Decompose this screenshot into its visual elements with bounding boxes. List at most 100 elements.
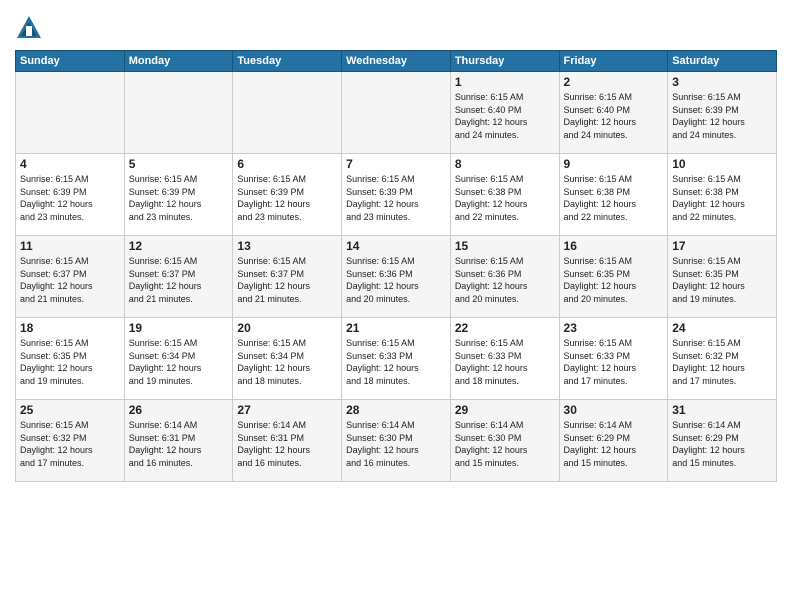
calendar-cell: 22 Sunrise: 6:15 AM Sunset: 6:33 PM Dayli… [450,318,559,400]
day-number: 18 [20,321,120,335]
calendar-cell: 26 Sunrise: 6:14 AM Sunset: 6:31 PM Dayli… [124,400,233,482]
calendar-week-row: 25 Sunrise: 6:15 AM Sunset: 6:32 PM Dayli… [16,400,777,482]
day-number: 22 [455,321,555,335]
calendar-header-row: SundayMondayTuesdayWednesdayThursdayFrid… [16,51,777,72]
day-number: 25 [20,403,120,417]
day-number: 13 [237,239,337,253]
calendar-cell: 16Sunrise: 6:15 AM Sunset: 6:35 PM Dayli… [559,236,668,318]
day-number: 23 [564,321,664,335]
calendar-cell: 3 Sunrise: 6:15 AM Sunset: 6:39 PM Daylig… [668,72,777,154]
day-number: 3 [672,75,772,89]
day-number: 17 [672,239,772,253]
day-info: Sunrise: 6:15 AM Sunset: 6:39 PM Dayligh… [129,173,229,223]
day-info: Sunrise: 6:15 AM Sunset: 6:38 PM Dayligh… [672,173,772,223]
day-number: 5 [129,157,229,171]
calendar-day-header: Sunday [16,51,125,72]
calendar-cell: 15 Sunrise: 6:15 AM Sunset: 6:36 PM Dayli… [450,236,559,318]
calendar-cell: 30Sunrise: 6:14 AM Sunset: 6:29 PM Dayli… [559,400,668,482]
day-info: Sunrise: 6:15 AM Sunset: 6:38 PM Dayligh… [564,173,664,223]
calendar-cell [233,72,342,154]
calendar-day-header: Saturday [668,51,777,72]
calendar-cell: 2 Sunrise: 6:15 AM Sunset: 6:40 PM Daylig… [559,72,668,154]
day-number: 27 [237,403,337,417]
day-info: Sunrise: 6:14 AM Sunset: 6:30 PM Dayligh… [346,419,446,469]
calendar-cell: 27 Sunrise: 6:14 AM Sunset: 6:31 PM Dayli… [233,400,342,482]
calendar-cell: 5 Sunrise: 6:15 AM Sunset: 6:39 PM Daylig… [124,154,233,236]
calendar-day-header: Monday [124,51,233,72]
calendar-cell: 25 Sunrise: 6:15 AM Sunset: 6:32 PM Dayli… [16,400,125,482]
calendar-cell: 28 Sunrise: 6:14 AM Sunset: 6:30 PM Dayli… [342,400,451,482]
calendar-cell [342,72,451,154]
day-info: Sunrise: 6:15 AM Sunset: 6:32 PM Dayligh… [20,419,120,469]
day-number: 2 [564,75,664,89]
calendar-week-row: 4 Sunrise: 6:15 AM Sunset: 6:39 PM Daylig… [16,154,777,236]
day-info: Sunrise: 6:15 AM Sunset: 6:34 PM Dayligh… [237,337,337,387]
day-info: Sunrise: 6:14 AM Sunset: 6:30 PM Dayligh… [455,419,555,469]
calendar-cell: 13 Sunrise: 6:15 AM Sunset: 6:37 PM Dayli… [233,236,342,318]
day-number: 31 [672,403,772,417]
calendar-cell: 12 Sunrise: 6:15 AM Sunset: 6:37 PM Dayli… [124,236,233,318]
day-info: Sunrise: 6:15 AM Sunset: 6:37 PM Dayligh… [129,255,229,305]
calendar: SundayMondayTuesdayWednesdayThursdayFrid… [15,50,777,482]
day-info: Sunrise: 6:15 AM Sunset: 6:35 PM Dayligh… [20,337,120,387]
calendar-cell: 17 Sunrise: 6:15 AM Sunset: 6:35 PM Dayli… [668,236,777,318]
calendar-day-header: Wednesday [342,51,451,72]
day-info: Sunrise: 6:15 AM Sunset: 6:39 PM Dayligh… [346,173,446,223]
day-number: 6 [237,157,337,171]
day-info: Sunrise: 6:15 AM Sunset: 6:36 PM Dayligh… [455,255,555,305]
day-number: 26 [129,403,229,417]
day-number: 19 [129,321,229,335]
calendar-cell: 18 Sunrise: 6:15 AM Sunset: 6:35 PM Dayli… [16,318,125,400]
calendar-cell: 6Sunrise: 6:15 AM Sunset: 6:39 PM Daylig… [233,154,342,236]
day-info: Sunrise: 6:15 AM Sunset: 6:40 PM Dayligh… [455,91,555,141]
calendar-cell: 23 Sunrise: 6:15 AM Sunset: 6:33 PM Dayli… [559,318,668,400]
calendar-cell: 9 Sunrise: 6:15 AM Sunset: 6:38 PM Daylig… [559,154,668,236]
day-info: Sunrise: 6:15 AM Sunset: 6:33 PM Dayligh… [455,337,555,387]
day-number: 21 [346,321,446,335]
day-number: 4 [20,157,120,171]
day-number: 14 [346,239,446,253]
calendar-day-header: Thursday [450,51,559,72]
day-number: 15 [455,239,555,253]
day-number: 9 [564,157,664,171]
logo-icon [15,14,43,42]
day-info: Sunrise: 6:14 AM Sunset: 6:31 PM Dayligh… [129,419,229,469]
day-number: 16 [564,239,664,253]
calendar-cell: 29Sunrise: 6:14 AM Sunset: 6:30 PM Dayli… [450,400,559,482]
day-info: Sunrise: 6:14 AM Sunset: 6:29 PM Dayligh… [672,419,772,469]
calendar-cell: 14 Sunrise: 6:15 AM Sunset: 6:36 PM Dayli… [342,236,451,318]
logo [15,14,47,42]
calendar-cell: 20Sunrise: 6:15 AM Sunset: 6:34 PM Dayli… [233,318,342,400]
day-info: Sunrise: 6:15 AM Sunset: 6:39 PM Dayligh… [672,91,772,141]
calendar-cell: 21Sunrise: 6:15 AM Sunset: 6:33 PM Dayli… [342,318,451,400]
day-number: 11 [20,239,120,253]
calendar-cell: 19Sunrise: 6:15 AM Sunset: 6:34 PM Dayli… [124,318,233,400]
calendar-cell: 1 Sunrise: 6:15 AM Sunset: 6:40 PM Daylig… [450,72,559,154]
day-info: Sunrise: 6:15 AM Sunset: 6:33 PM Dayligh… [564,337,664,387]
day-number: 12 [129,239,229,253]
calendar-cell [16,72,125,154]
calendar-cell: 11 Sunrise: 6:15 AM Sunset: 6:37 PM Dayli… [16,236,125,318]
day-number: 28 [346,403,446,417]
calendar-cell: 7Sunrise: 6:15 AM Sunset: 6:39 PM Daylig… [342,154,451,236]
calendar-day-header: Tuesday [233,51,342,72]
calendar-week-row: 11 Sunrise: 6:15 AM Sunset: 6:37 PM Dayli… [16,236,777,318]
day-info: Sunrise: 6:14 AM Sunset: 6:31 PM Dayligh… [237,419,337,469]
day-number: 1 [455,75,555,89]
day-info: Sunrise: 6:15 AM Sunset: 6:32 PM Dayligh… [672,337,772,387]
calendar-cell: 24 Sunrise: 6:15 AM Sunset: 6:32 PM Dayli… [668,318,777,400]
day-info: Sunrise: 6:15 AM Sunset: 6:39 PM Dayligh… [20,173,120,223]
calendar-week-row: 1 Sunrise: 6:15 AM Sunset: 6:40 PM Daylig… [16,72,777,154]
day-info: Sunrise: 6:15 AM Sunset: 6:37 PM Dayligh… [20,255,120,305]
day-info: Sunrise: 6:15 AM Sunset: 6:37 PM Dayligh… [237,255,337,305]
day-number: 24 [672,321,772,335]
day-info: Sunrise: 6:15 AM Sunset: 6:38 PM Dayligh… [455,173,555,223]
calendar-day-header: Friday [559,51,668,72]
calendar-cell [124,72,233,154]
header [15,10,777,42]
day-info: Sunrise: 6:15 AM Sunset: 6:40 PM Dayligh… [564,91,664,141]
day-number: 8 [455,157,555,171]
day-info: Sunrise: 6:15 AM Sunset: 6:36 PM Dayligh… [346,255,446,305]
day-info: Sunrise: 6:15 AM Sunset: 6:35 PM Dayligh… [672,255,772,305]
calendar-cell: 4 Sunrise: 6:15 AM Sunset: 6:39 PM Daylig… [16,154,125,236]
